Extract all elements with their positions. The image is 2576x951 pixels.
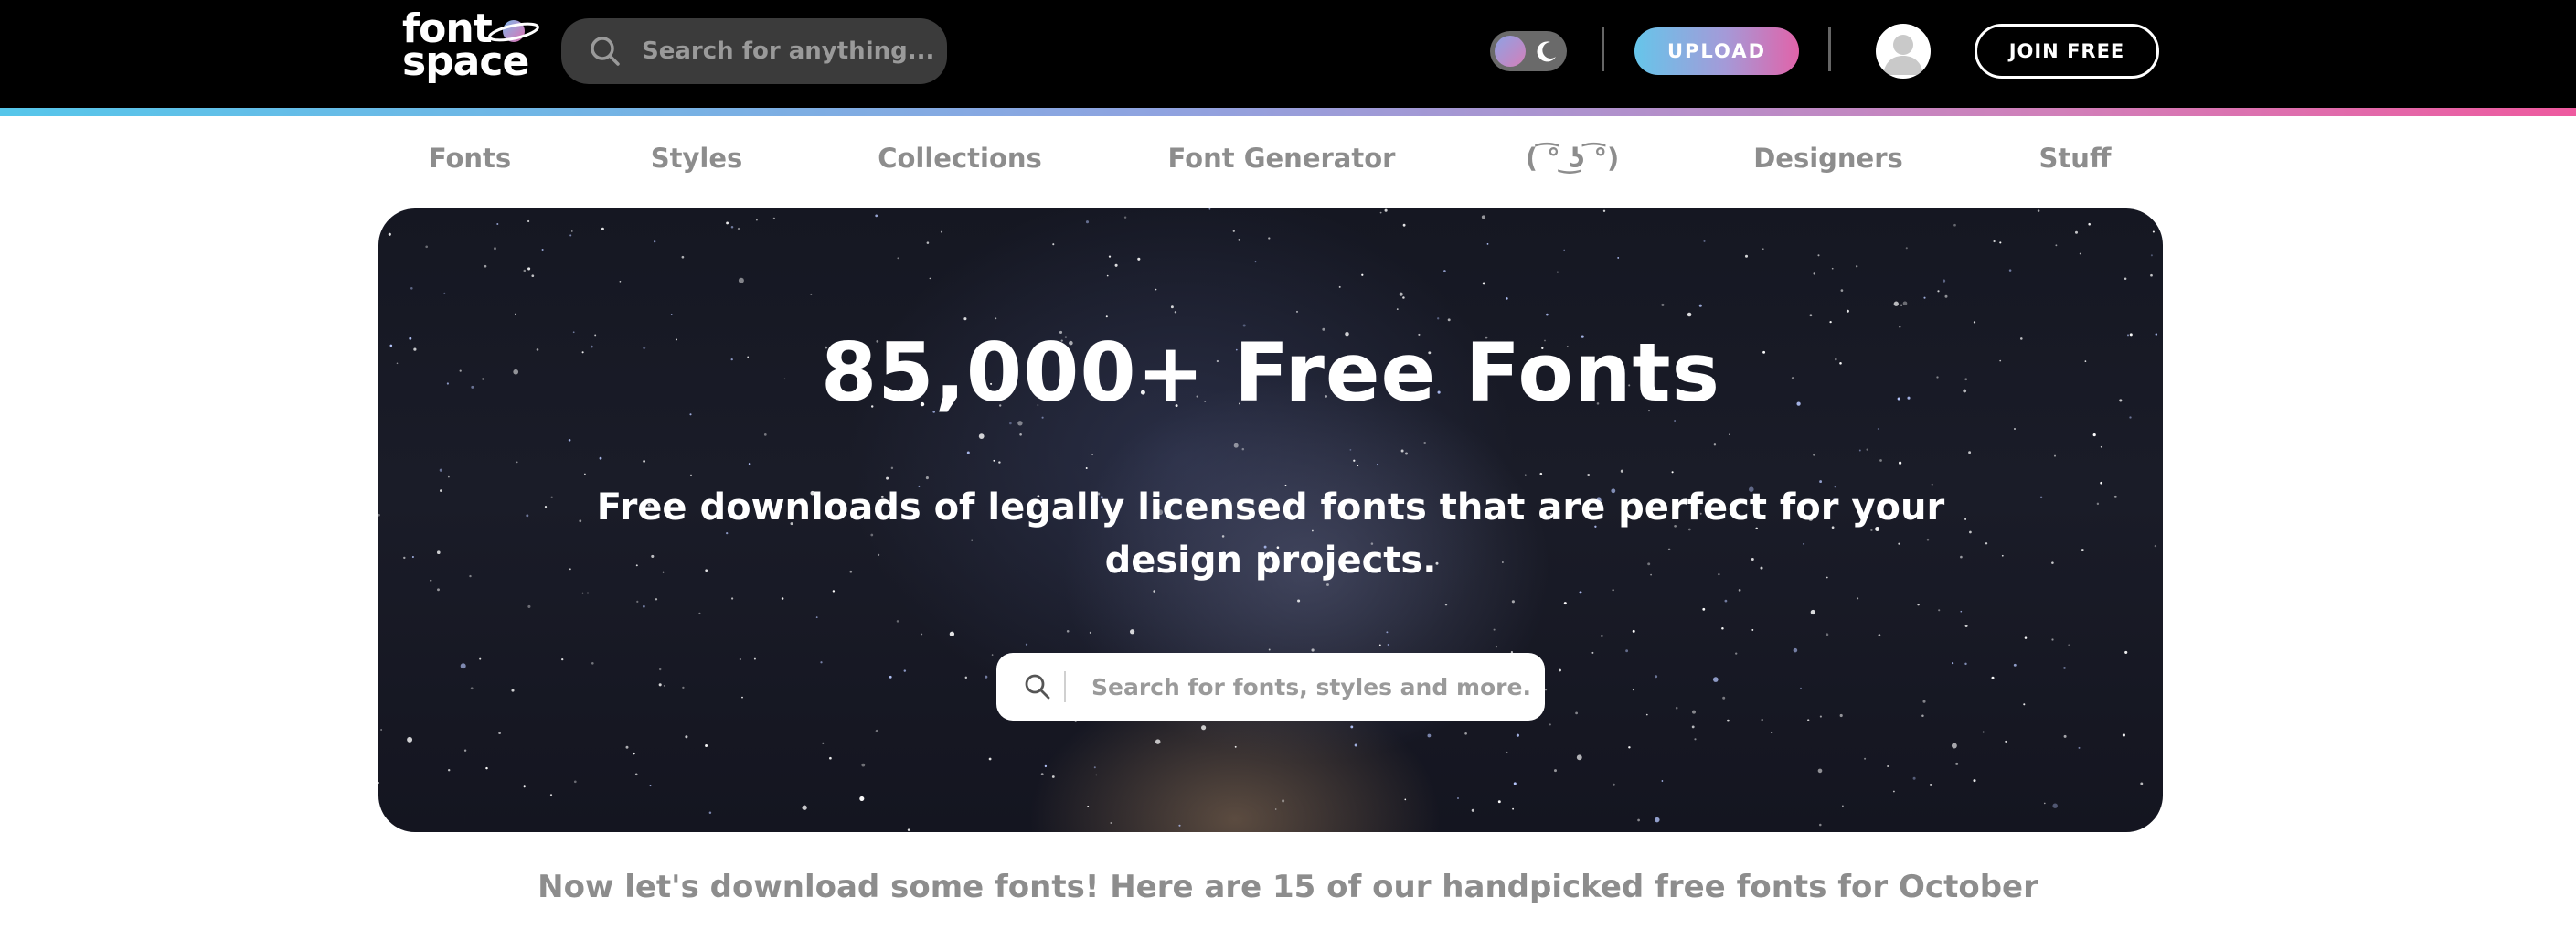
search-icon <box>1025 674 1050 700</box>
top-bar: font space UPLOAD <box>0 0 2576 108</box>
join-free-button[interactable]: JOIN FREE <box>1975 24 2159 79</box>
toggle-knob <box>1495 36 1526 67</box>
accent-stripe <box>0 108 2576 116</box>
nav-item-styles[interactable]: Styles <box>651 143 743 174</box>
upload-button[interactable]: UPLOAD <box>1634 27 1799 75</box>
nav-item-collections[interactable]: Collections <box>878 143 1042 174</box>
hero-banner: 85,000+ Free Fonts Free downloads of leg… <box>378 208 2163 832</box>
hero-search[interactable] <box>996 653 1545 721</box>
logo-line-2: space <box>402 38 529 85</box>
search-separator <box>1064 671 1066 702</box>
search-icon <box>591 37 620 66</box>
fontspace-logo[interactable]: font space <box>402 9 539 86</box>
hero-subtitle: Free downloads of legally licensed fonts… <box>378 481 2163 587</box>
header-divider <box>1828 27 1831 71</box>
nav-item-designers[interactable]: Designers <box>1753 143 1903 174</box>
hero-subtitle-line-2: design projects. <box>1104 540 1437 582</box>
header-search[interactable] <box>561 18 947 84</box>
theme-toggle[interactable] <box>1490 31 1567 71</box>
header-divider <box>1602 27 1604 71</box>
avatar-silhouette-icon <box>1883 35 1923 75</box>
handpicked-fonts-heading: Now let's download some fonts! Here are … <box>538 869 2038 905</box>
nav-item-font-generator[interactable]: Font Generator <box>1168 143 1396 174</box>
header-search-input[interactable] <box>640 37 936 66</box>
user-avatar-icon[interactable] <box>1876 24 1931 79</box>
hero-subtitle-line-1: Free downloads of legally licensed fonts… <box>596 486 1945 529</box>
hero-title: 85,000+ Free Fonts <box>821 326 1720 420</box>
moon-icon <box>1537 41 1556 62</box>
nav-item-lenny-face[interactable]: ( ͡° ͜ʖ ͡°) <box>1526 143 1619 174</box>
planet-icon <box>488 20 539 42</box>
nav-item-fonts[interactable]: Fonts <box>429 143 511 174</box>
hero-search-input[interactable] <box>1090 672 1532 701</box>
nav-item-stuff[interactable]: Stuff <box>2039 143 2112 174</box>
